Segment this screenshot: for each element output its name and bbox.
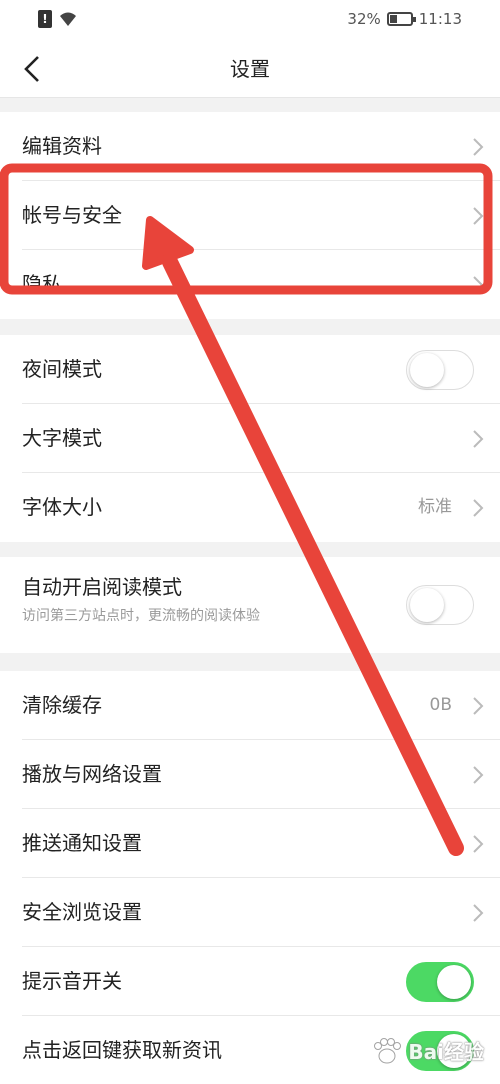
row-label: 大字模式 [22,426,102,450]
nav-bar: 设置 [0,40,500,98]
sim-alert-icon [38,10,52,28]
row-label: 编辑资料 [22,134,102,158]
row-label: 字体大小 [22,495,102,519]
row-label: 播放与网络设置 [22,762,162,786]
toggle-knob [437,965,471,999]
row-clear-cache[interactable]: 清除缓存 0B [22,671,500,740]
row-label: 提示音开关 [22,969,122,993]
settings-group-general: 清除缓存 0B 播放与网络设置 推送通知设置 安全浏览设置 提示音开关 点击返回… [0,671,500,1084]
status-right: 32% 11:13 [347,10,462,28]
night-mode-toggle[interactable] [406,350,474,390]
row-label: 隐私 [22,272,62,296]
row-font-size[interactable]: 字体大小 标准 [22,473,500,542]
row-auto-reading-mode[interactable]: 自动开启阅读模式 访问第三方站点时，更流畅的阅读体验 [22,557,500,653]
row-label: 点击返回键获取新资讯 [22,1038,222,1062]
row-privacy[interactable]: 隐私 [22,250,500,319]
toggle-knob [410,353,444,387]
row-description: 访问第三方站点时，更流畅的阅读体验 [22,608,260,624]
row-label: 夜间模式 [22,357,102,381]
row-push-notifications[interactable]: 推送通知设置 [22,809,500,878]
status-bar: 32% 11:13 [0,0,500,40]
row-account-security[interactable]: 帐号与安全 [22,181,500,250]
settings-group-reading: 自动开启阅读模式 访问第三方站点时，更流畅的阅读体验 [0,557,500,653]
chevron-right-icon [472,137,484,157]
chevron-right-icon [472,275,484,295]
back-button[interactable] [12,46,52,92]
row-sound-toggle[interactable]: 提示音开关 [22,947,500,1016]
chevron-right-icon [472,429,484,449]
cache-size-value: 0B [429,695,452,715]
row-safe-browsing[interactable]: 安全浏览设置 [22,878,500,947]
row-night-mode[interactable]: 夜间模式 [22,335,500,404]
page-title: 设置 [230,57,270,81]
chevron-right-icon [472,498,484,518]
settings-group-display: 夜间模式 大字模式 字体大小 标准 [0,335,500,542]
wifi-icon [60,12,76,26]
row-label: 清除缓存 [22,693,102,717]
toggle-knob [410,588,444,622]
battery-icon [386,12,416,26]
chevron-right-icon [472,765,484,785]
row-playback-network[interactable]: 播放与网络设置 [22,740,500,809]
settings-group-account: 编辑资料 帐号与安全 隐私 [0,112,500,319]
row-label: 自动开启阅读模式 [22,575,182,599]
chevron-left-icon [24,56,39,82]
font-size-value: 标准 [418,497,452,517]
row-label: 帐号与安全 [22,203,122,227]
row-edit-profile[interactable]: 编辑资料 [22,112,500,181]
watermark-text: Bai经验 [408,1040,484,1064]
chevron-right-icon [472,206,484,226]
sound-toggle[interactable] [406,962,474,1002]
chevron-right-icon [472,903,484,923]
paw-logo-icon [374,1037,402,1063]
status-left [38,10,78,28]
chevron-right-icon [472,696,484,716]
battery-percent: 32% [347,10,381,28]
row-large-text[interactable]: 大字模式 [22,404,500,473]
reading-mode-toggle[interactable] [406,585,474,625]
clock: 11:13 [418,10,462,28]
row-label: 安全浏览设置 [22,900,142,924]
baidu-watermark: Bai经验 [370,1036,484,1065]
row-label: 推送通知设置 [22,831,142,855]
chevron-right-icon [472,834,484,854]
